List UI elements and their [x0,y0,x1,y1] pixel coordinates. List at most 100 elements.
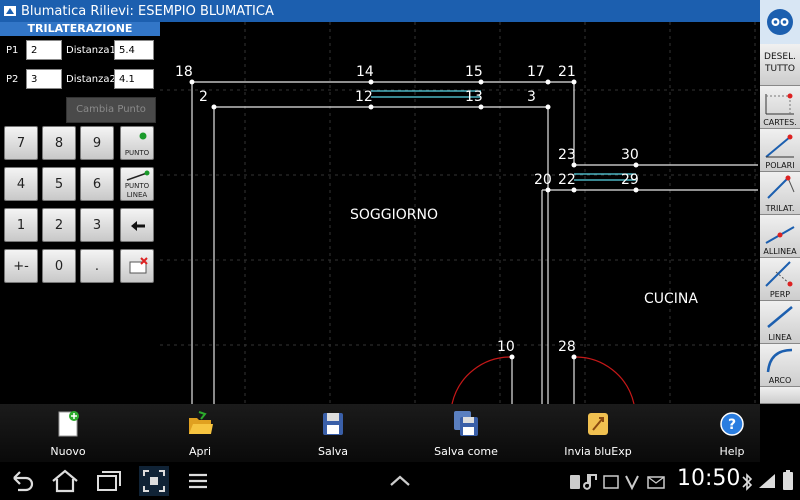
point-22: 22 [558,172,576,188]
invia-bluexp-label: Invia bluExp [564,445,632,458]
room-label-cucina: CUCINA [644,291,698,307]
line-tool-button[interactable]: LINEA [760,301,800,344]
key-6[interactable]: 6 [80,167,114,201]
backspace-arrow-icon [131,221,145,231]
key-1[interactable]: 1 [4,208,38,242]
point-10: 10 [497,339,515,355]
app-title: Blumatica Rilievi: ESEMPIO BLUMATICA [21,3,274,19]
panel-title: TRILATERAZIONE [0,22,160,36]
point-20: 20 [534,172,552,188]
perpendicular-label: PERP [769,290,791,299]
windows [371,90,636,181]
point-2: 2 [199,89,208,105]
recent-apps-icon[interactable] [92,466,124,496]
perpendicular-tool-button[interactable]: PERP [760,258,800,301]
wifi-icon [759,474,775,488]
align-tool-button[interactable]: ALLINEA [760,215,800,258]
distanza1-input[interactable]: 5.4 [114,40,154,60]
point-21: 21 [558,64,576,80]
trilateration-label: TRILAT. [765,204,795,213]
walls [191,81,758,404]
battery-icon [783,470,793,490]
p2-input[interactable]: 3 [26,69,62,89]
app-icon [4,6,16,16]
blumatica-logo-button[interactable] [760,0,800,44]
help-button[interactable]: ? Help [692,404,772,462]
door-arcs [451,356,635,404]
help-icon: ? [720,412,744,436]
key-decimal[interactable]: . [80,249,114,283]
grid [160,22,758,404]
salva-come-button[interactable]: Salva come [421,404,511,462]
key-plus-minus[interactable]: +- [4,249,38,283]
point-18: 18 [175,64,193,80]
back-icon[interactable] [6,466,36,496]
point-15: 15 [465,64,483,80]
chevron-up-icon[interactable] [385,466,415,496]
desel-label-1: DESEL. [764,52,796,62]
blumatica-logo-icon [767,9,793,35]
arc-tool-button[interactable]: ARCO [760,344,800,387]
action-bar: Nuovo Apri Salva Salva come Invia bluExp… [0,404,760,462]
more-tools-button[interactable] [760,387,800,404]
point-13: 13 [465,89,483,105]
cartesian-label: CARTES. [763,118,797,127]
distanza2-input[interactable]: 4.1 [114,69,154,89]
punto-linea-label-2: LINEA [126,191,148,199]
cartesian-tool-button[interactable]: CARTES. [760,86,800,129]
backspace-button[interactable] [120,208,154,242]
drawing-canvas[interactable]: Y 18 14 15 17 21 2 12 13 3 23 30 20 22 2… [160,22,758,404]
p2-label: P2 [6,74,19,85]
point-14: 14 [356,64,374,80]
invia-bluexp-button[interactable]: Invia bluExp [553,404,643,462]
apri-label: Apri [188,445,212,458]
arc-icon [766,348,793,373]
p1-label: P1 [6,45,19,56]
key-3[interactable]: 3 [80,208,114,242]
clear-button[interactable] [120,249,154,283]
salva-come-label: Salva come [434,445,498,458]
point-3: 3 [527,89,536,105]
polar-tool-button[interactable]: POLARI [760,129,800,172]
punto-button[interactable]: PUNTO [120,126,154,160]
key-5[interactable]: 5 [42,167,76,201]
key-2[interactable]: 2 [42,208,76,242]
point-17: 17 [527,64,545,80]
open-folder-icon [189,411,213,434]
distanza1-label: Distanza1 [66,45,116,56]
clock: 10:50 [677,466,741,491]
screenshot-icon[interactable] [139,466,169,496]
nuovo-button[interactable]: Nuovo [28,404,108,462]
distanza2-label: Distanza2 [66,74,116,85]
p1-input[interactable]: 2 [26,40,62,60]
home-icon[interactable] [49,466,81,496]
line-label: LINEA [768,333,792,342]
punto-label: PUNTO [124,149,150,157]
point-28: 28 [558,339,576,355]
cambia-punto-button[interactable]: Cambia Punto [66,97,156,123]
arc-label: ARCO [768,376,792,385]
desel-label-2: TUTTO [764,64,795,74]
key-8[interactable]: 8 [42,126,76,160]
key-9[interactable]: 9 [80,126,114,160]
key-4[interactable]: 4 [4,167,38,201]
trilateration-tool-button[interactable]: TRILAT. [760,172,800,215]
apri-button[interactable]: Apri [160,404,240,462]
trilateration-icon [767,175,795,199]
salva-label: Salva [317,445,349,458]
salva-button[interactable]: Salva [293,404,373,462]
key-7[interactable]: 7 [4,126,38,160]
punto-linea-button[interactable]: PUNTO LINEA [120,167,154,201]
nuovo-label: Nuovo [50,445,86,458]
system-navigation-bar: 10:50 [0,462,800,500]
align-icon [765,226,795,244]
polar-label: POLARI [765,161,795,170]
point-icon [139,132,147,140]
point-29: 29 [621,172,639,188]
svg-text:?: ? [728,417,736,433]
key-0[interactable]: 0 [42,249,76,283]
menu-icon[interactable] [185,466,211,496]
save-as-disk-icon [454,411,478,436]
bluetooth-icon [742,473,753,491]
deselect-all-button[interactable]: DESEL. TUTTO [760,44,800,86]
